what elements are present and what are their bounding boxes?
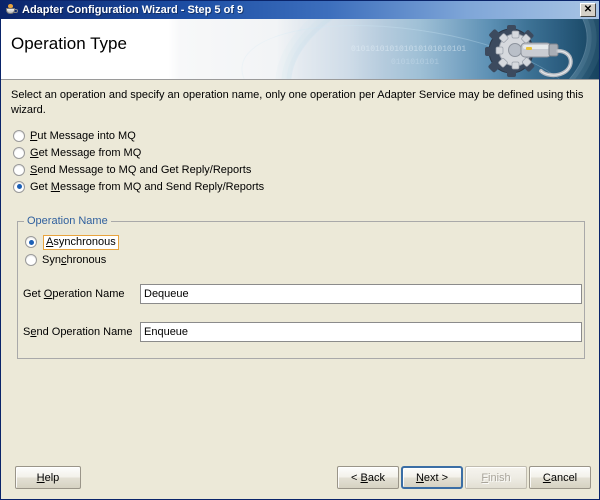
window-title: Adapter Configuration Wizard - Step 5 of… bbox=[22, 4, 244, 16]
radio-indicator[interactable] bbox=[13, 180, 25, 193]
groupbox-legend: Operation Name bbox=[24, 215, 111, 227]
radio-indicator[interactable] bbox=[25, 236, 37, 248]
operation-type-radio-group: Put Message into MQ Get Message from MQ … bbox=[13, 127, 573, 195]
banner-swoosh-decoration-2 bbox=[233, 19, 588, 79]
operation-name-groupbox: Operation Name Asynchronous Synchronous … bbox=[17, 215, 585, 359]
radio-option-label: Put Message into MQ bbox=[30, 129, 136, 142]
next-button[interactable]: Next > bbox=[401, 466, 463, 489]
java-coffee-cup-icon bbox=[4, 3, 18, 17]
title-bar: Adapter Configuration Wizard - Step 5 of… bbox=[1, 1, 599, 19]
radio-option-put-message-into-mq[interactable]: Put Message into MQ bbox=[13, 127, 573, 144]
close-icon[interactable]: ✕ bbox=[580, 3, 596, 17]
instructions-text: Select an operation and specify an opera… bbox=[11, 89, 584, 116]
radio-option-get-message-from-mq-and-send-reply[interactable]: Get Message from MQ and Send Reply/Repor… bbox=[13, 178, 573, 195]
header-banner: 010101010101010101010101 0101010101 Oper… bbox=[1, 19, 599, 80]
dialog-body: Select an operation and specify an opera… bbox=[1, 80, 599, 499]
back-button[interactable]: < Back bbox=[337, 466, 399, 489]
radio-indicator[interactable] bbox=[13, 146, 25, 159]
radio-indicator[interactable] bbox=[13, 129, 25, 142]
radio-option-label: Send Message to MQ and Get Reply/Reports bbox=[30, 163, 252, 176]
gear-and-cable-icon bbox=[471, 23, 591, 79]
get-operation-name-label: Get Operation Name bbox=[23, 288, 125, 300]
help-button[interactable]: Help bbox=[15, 466, 81, 489]
radio-option-get-message-from-mq[interactable]: Get Message from MQ bbox=[13, 144, 573, 161]
send-operation-name-input[interactable] bbox=[140, 322, 582, 342]
page-title: Operation Type bbox=[11, 34, 127, 53]
cancel-button[interactable]: Cancel bbox=[529, 466, 591, 489]
radio-indicator[interactable] bbox=[25, 254, 37, 266]
radio-option-label: Get Message from MQ and Send Reply/Repor… bbox=[30, 180, 265, 193]
banner-binary-text-2: 0101010101 bbox=[391, 58, 440, 67]
banner-binary-text: 010101010101010101010101 bbox=[351, 45, 467, 54]
finish-button: Finish bbox=[465, 466, 527, 489]
radio-option-synchronous[interactable]: Synchronous bbox=[25, 252, 106, 268]
radio-option-label: Asynchronous bbox=[43, 234, 119, 250]
send-operation-name-label: Send Operation Name bbox=[23, 326, 133, 338]
get-operation-name-row: Get Operation Name bbox=[20, 284, 582, 304]
radio-indicator[interactable] bbox=[13, 163, 25, 176]
dialog-button-bar: Help < Back Next > Finish Cancel bbox=[1, 457, 599, 499]
send-operation-name-row: Send Operation Name bbox=[20, 322, 582, 342]
wizard-window: Adapter Configuration Wizard - Step 5 of… bbox=[0, 0, 600, 500]
radio-option-send-message-to-mq-and-get-reply[interactable]: Send Message to MQ and Get Reply/Reports bbox=[13, 161, 573, 178]
radio-option-label: Synchronous bbox=[42, 254, 107, 266]
banner-swoosh-decoration bbox=[274, 19, 599, 79]
radio-option-label: Get Message from MQ bbox=[30, 146, 142, 159]
get-operation-name-input[interactable] bbox=[140, 284, 582, 304]
radio-option-asynchronous[interactable]: Asynchronous bbox=[25, 234, 119, 250]
